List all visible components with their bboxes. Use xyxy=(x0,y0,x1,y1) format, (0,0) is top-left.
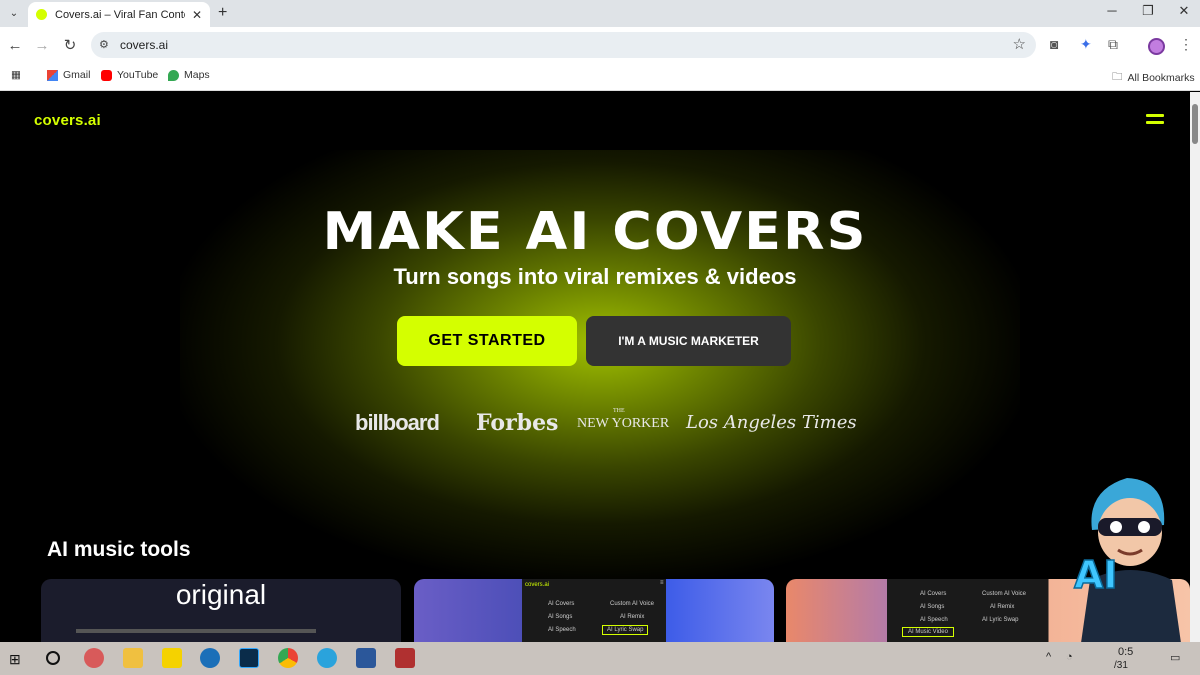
restore-icon[interactable]: ❐ xyxy=(1130,3,1166,19)
browser-toolbar: ← → ↻ ⚙ covers.ai ☆ ◙ ✦ ⧉ ⋮ xyxy=(0,27,1200,63)
app-preview-menu: covers.ai ≡ AI Covers Custom AI Voice AI… xyxy=(522,579,666,642)
apps-grid-icon[interactable]: ▦ xyxy=(11,69,21,81)
preview-item-selected: AI Music Video xyxy=(902,627,954,637)
address-url[interactable]: covers.ai xyxy=(120,38,168,52)
minimize-icon[interactable]: ─ xyxy=(1094,3,1130,18)
preview-item: Custom AI Voice xyxy=(610,601,655,607)
browser-menu-icon[interactable]: ⋮ xyxy=(1179,36,1193,53)
telegram-icon[interactable] xyxy=(317,648,337,668)
photoshop-icon[interactable] xyxy=(239,648,259,668)
la-times-logo: Los Angeles Times xyxy=(686,412,857,433)
preview-item: AI Remix xyxy=(620,614,645,620)
card-waveform-bar xyxy=(76,629,316,633)
tray-chevron-icon[interactable]: ^ xyxy=(1046,651,1051,663)
card-original-label: original xyxy=(175,579,267,610)
clock-time[interactable]: 0:5 xyxy=(1118,646,1133,658)
covers-favicon-icon xyxy=(36,9,47,20)
tab-close-icon[interactable]: ✕ xyxy=(192,8,202,22)
window-close-icon[interactable]: ✕ xyxy=(1166,3,1200,19)
pages-app-icon[interactable] xyxy=(162,648,182,668)
windows-start-icon[interactable]: ⊞ xyxy=(9,651,21,668)
maps-pin-icon xyxy=(168,69,179,81)
vpn-app-icon[interactable] xyxy=(200,648,220,668)
windows-taskbar: ⊞ ^ ◔ 0:5 /31 ▭ xyxy=(0,642,1200,675)
bookmark-label: Maps xyxy=(184,69,210,81)
youtube-icon xyxy=(101,69,112,81)
wifi-icon[interactable]: ◔ xyxy=(1066,651,1073,663)
clock-date[interactable]: /31 xyxy=(1114,660,1128,671)
site-settings-icon[interactable]: ⚙ xyxy=(99,38,109,51)
all-bookmarks-label: All Bookmarks xyxy=(1127,72,1195,84)
preview-item: AI Songs xyxy=(920,604,945,610)
preview-item: AI Speech xyxy=(920,617,948,623)
notification-icon[interactable]: ▭ xyxy=(1170,651,1180,664)
new-yorker-text: NEW YORKER xyxy=(577,416,670,431)
bookmark-label: Gmail xyxy=(63,69,91,81)
bookmarks-bar: ▦ Gmail YouTube Maps 🗀 All Bookmarks xyxy=(0,63,1200,91)
back-arrow-icon[interactable]: ← xyxy=(5,35,25,55)
music-marketer-button[interactable]: I'M A MUSIC MARKETER xyxy=(586,316,791,366)
forbes-logo: Forbes xyxy=(476,410,559,436)
new-yorker-the: THE xyxy=(613,408,625,414)
screenshot-camera-icon[interactable]: ◙ xyxy=(1050,36,1058,52)
file-explorer-icon[interactable] xyxy=(123,648,143,668)
preview-item: AI Covers xyxy=(548,601,575,607)
app-preview-menu-2: AI Covers Custom AI Voice AI Songs AI Re… xyxy=(890,579,1046,642)
tab-title: Covers.ai – Viral Fan Content To xyxy=(55,8,185,21)
preview-item-selected: AI Lyric Swap xyxy=(602,625,649,635)
search-circle-icon[interactable] xyxy=(46,651,60,665)
forward-arrow-icon[interactable]: → xyxy=(32,35,52,55)
reload-icon[interactable]: ↻ xyxy=(60,35,80,55)
profile-avatar[interactable] xyxy=(1148,38,1165,55)
hero-subtitle: Turn songs into viral remixes & videos xyxy=(393,264,797,289)
tool-card-app-preview[interactable]: covers.ai ≡ AI Covers Custom AI Voice AI… xyxy=(414,579,774,642)
mascot-ai-text: AI xyxy=(1074,553,1118,597)
address-bar[interactable]: ⚙ covers.ai ☆ xyxy=(91,32,1036,58)
paint-app-icon[interactable] xyxy=(84,648,104,668)
all-bookmarks[interactable]: 🗀 All Bookmarks xyxy=(1112,69,1195,87)
preview-item: AI Speech xyxy=(548,627,576,633)
winrar-icon[interactable] xyxy=(395,648,415,668)
preview-item: AI Songs xyxy=(548,614,573,620)
chrome-icon[interactable] xyxy=(278,648,298,668)
browser-tab-active[interactable]: Covers.ai – Viral Fan Content To ✕ xyxy=(28,2,210,27)
folder-icon: 🗀 xyxy=(1112,71,1123,83)
preview-item: Custom AI Voice xyxy=(982,591,1027,597)
scrollbar-thumb[interactable] xyxy=(1192,104,1198,144)
preview-item: AI Lyric Swap xyxy=(982,617,1019,623)
bookmark-gmail[interactable]: Gmail xyxy=(47,69,90,81)
billboard-logo: billboard xyxy=(355,410,440,435)
extensions-puzzle-icon[interactable]: ⧉ xyxy=(1108,36,1118,53)
page-scrollbar[interactable] xyxy=(1190,92,1200,642)
ai-mascot-image: AI xyxy=(1073,478,1182,650)
new-yorker-logo: THE NEW YORKER xyxy=(577,408,670,432)
preview-item: AI Remix xyxy=(990,604,1015,610)
new-tab-plus-icon[interactable]: + xyxy=(218,4,227,22)
browser-tab-bar: ⌄ Covers.ai – Viral Fan Content To ✕ + ─… xyxy=(0,0,1200,27)
web-page: covers.ai MAKE AI COVERS Turn songs into… xyxy=(0,92,1190,642)
tools-section-title: AI music tools xyxy=(47,538,191,561)
bookmark-youtube[interactable]: YouTube xyxy=(101,69,158,81)
preview-item: AI Covers xyxy=(920,591,947,597)
bookmark-label: YouTube xyxy=(117,69,159,81)
gemini-sparkle-icon[interactable]: ✦ xyxy=(1080,36,1092,53)
tab-search-chevron-icon[interactable]: ⌄ xyxy=(4,4,24,23)
site-logo[interactable]: covers.ai xyxy=(34,112,101,129)
tool-card-original[interactable]: original xyxy=(41,579,401,642)
hamburger-menu-icon[interactable] xyxy=(1146,114,1164,128)
gmail-icon xyxy=(47,69,58,81)
hero-title: MAKE AI COVERS xyxy=(322,201,868,262)
preview-menu-icon: ≡ xyxy=(660,580,664,586)
bookmark-maps[interactable]: Maps xyxy=(168,69,210,81)
bookmark-star-icon[interactable]: ☆ xyxy=(1013,35,1026,53)
word-icon[interactable] xyxy=(356,648,376,668)
get-started-button[interactable]: GET STARTED xyxy=(397,316,577,366)
preview-logo: covers.ai xyxy=(525,582,550,588)
